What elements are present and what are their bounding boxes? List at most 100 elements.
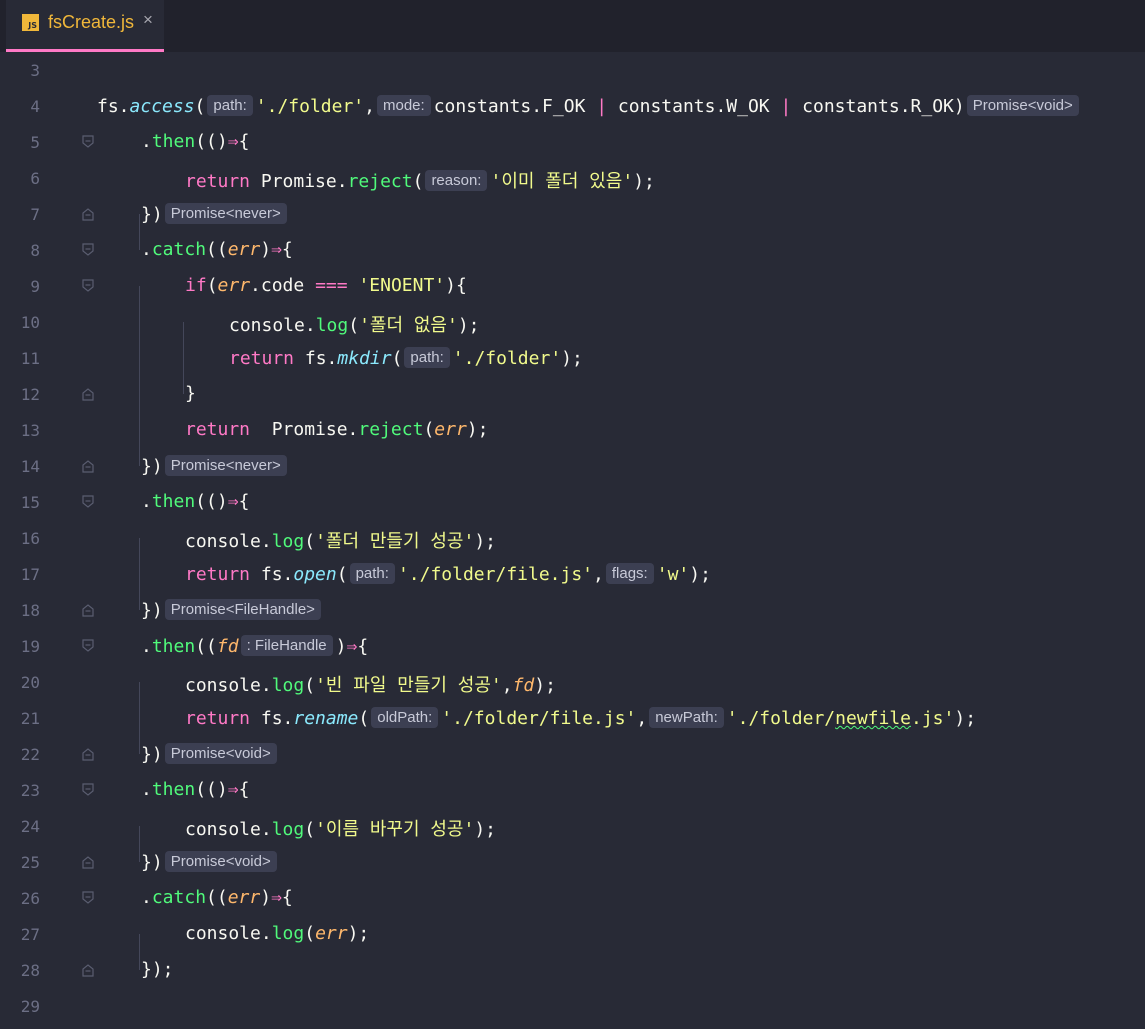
fold-open-icon[interactable] (82, 135, 94, 149)
inlay-hint: flags: (605, 563, 654, 584)
code-line: 17 return fs.open(path: './folder/file.js… (0, 556, 1145, 592)
code-line: 6 return Promise.reject(reason: '이미 폴더 있음… (0, 160, 1145, 196)
line-number: 27 (20, 925, 40, 944)
code-text: .then(()⇒{ (141, 491, 250, 512)
line-number: 11 (20, 349, 40, 368)
code-text: }) Promise<never> (141, 455, 290, 477)
code-line: 10 console.log('폴더 없음'); (0, 304, 1145, 340)
line-number: 13 (20, 421, 40, 440)
code-line: 3 (0, 52, 1145, 88)
tab-bar: JS fsCreate.js × (0, 0, 1145, 52)
inlay-hint: newPath: (649, 707, 724, 728)
inlay-hint: Promise<void> (164, 851, 277, 872)
line-number: 26 (20, 889, 40, 908)
tab-fscreate[interactable]: JS fsCreate.js × (6, 0, 164, 52)
code-text: return fs.mkdir(path: './folder'); (229, 347, 583, 369)
fold-close-icon[interactable] (82, 747, 94, 761)
inlay-hint: Promise<void> (966, 95, 1079, 116)
inlay-hint: Promise<FileHandle> (164, 599, 321, 620)
code-text: return fs.open(path: './folder/file.js', f… (185, 563, 711, 585)
line-number: 10 (20, 313, 40, 332)
code-line: 19 .then((fd: FileHandle)⇒{ (0, 628, 1145, 664)
line-number: 5 (30, 133, 40, 152)
code-text: }) Promise<never> (141, 203, 290, 225)
fold-open-icon[interactable] (82, 783, 94, 797)
code-text: return Promise.reject(reason: '이미 폴더 있음')… (185, 170, 655, 192)
code-text: }) Promise<void> (141, 851, 280, 873)
code-line: 20 console.log('빈 파일 만들기 성공',fd); (0, 664, 1145, 700)
spelling-warning[interactable]: newfile (835, 708, 911, 729)
code-text: }) Promise<void> (141, 743, 280, 765)
code-line: 21 return fs.rename(oldPath: './folder/fi… (0, 700, 1145, 736)
code-line: 16 console.log('폴더 만들기 성공'); (0, 520, 1145, 556)
line-number: 23 (20, 781, 40, 800)
inlay-hint: path: (349, 563, 395, 584)
fold-open-icon[interactable] (82, 243, 94, 257)
code-line: 5 .then(()⇒{ (0, 124, 1145, 160)
inlay-hint: path: (207, 95, 253, 116)
code-text: .then(()⇒{ (141, 131, 250, 152)
line-number: 22 (20, 745, 40, 764)
line-number: 3 (30, 61, 40, 80)
javascript-file-icon: JS (22, 14, 39, 31)
code-text: .catch((err)⇒{ (141, 887, 293, 908)
line-number: 16 (20, 529, 40, 548)
code-line: 18 }) Promise<FileHandle> (0, 592, 1145, 628)
line-number: 25 (20, 853, 40, 872)
line-number: 18 (20, 601, 40, 620)
code-text: console.log('이름 바꾸기 성공'); (185, 819, 497, 840)
fold-close-icon[interactable] (82, 207, 94, 221)
close-icon[interactable]: × (143, 10, 153, 30)
fold-open-icon[interactable] (82, 639, 94, 653)
code-text: .catch((err)⇒{ (141, 239, 293, 260)
code-line: 27 console.log(err); (0, 916, 1145, 952)
code-text: return Promise.reject(err); (185, 419, 489, 440)
code-text: console.log('빈 파일 만들기 성공',fd); (185, 675, 556, 696)
fold-close-icon[interactable] (82, 855, 94, 869)
fold-open-icon[interactable] (82, 495, 94, 509)
line-number: 17 (20, 565, 40, 584)
fold-open-icon[interactable] (82, 891, 94, 905)
code-text: .then(()⇒{ (141, 779, 250, 800)
line-number: 14 (20, 457, 40, 476)
code-line: 11 return fs.mkdir(path: './folder'); (0, 340, 1145, 376)
code-editor[interactable]: 3 4 fs.access(path: './folder', mode: const… (0, 52, 1145, 1029)
fold-open-icon[interactable] (82, 279, 94, 293)
code-line: 4 fs.access(path: './folder', mode: constan… (0, 88, 1145, 124)
line-number: 21 (20, 709, 40, 728)
code-text: return fs.rename(oldPath: './folder/file.… (185, 707, 977, 729)
tab-label: fsCreate.js (48, 12, 135, 32)
code-text: .then((fd: FileHandle)⇒{ (141, 635, 369, 657)
code-text: } (185, 383, 196, 404)
code-line: 25 }) Promise<void> (0, 844, 1145, 880)
inlay-hint: oldPath: (371, 707, 439, 728)
line-number: 15 (20, 493, 40, 512)
line-number: 12 (20, 385, 40, 404)
code-line: 22 }) Promise<void> (0, 736, 1145, 772)
code-line: 28 }); (0, 952, 1145, 988)
code-line: 24 console.log('이름 바꾸기 성공'); (0, 808, 1145, 844)
code-line: 26 .catch((err)⇒{ (0, 880, 1145, 916)
code-line: 13 return Promise.reject(err); (0, 412, 1145, 448)
line-number: 9 (30, 277, 40, 296)
code-text: }) Promise<FileHandle> (141, 599, 324, 621)
inlay-hint: path: (404, 347, 450, 368)
line-number: 4 (30, 97, 40, 116)
fold-close-icon[interactable] (82, 963, 94, 977)
inlay-hint: Promise<never> (164, 203, 287, 224)
fold-close-icon[interactable] (82, 603, 94, 617)
line-number: 20 (20, 673, 40, 692)
fold-close-icon[interactable] (82, 459, 94, 473)
inlay-hint: : FileHandle (240, 635, 333, 656)
line-number: 24 (20, 817, 40, 836)
fold-close-icon[interactable] (82, 387, 94, 401)
code-line: 8 .catch((err)⇒{ (0, 232, 1145, 268)
code-line: 29 (0, 988, 1145, 1024)
code-line: 14 }) Promise<never> (0, 448, 1145, 484)
code-line: 15 .then(()⇒{ (0, 484, 1145, 520)
line-number: 7 (30, 205, 40, 224)
code-text: if(err.code === 'ENOENT'){ (185, 275, 467, 296)
code-line: 23 .then(()⇒{ (0, 772, 1145, 808)
line-number: 29 (20, 997, 40, 1016)
inlay-hint: Promise<never> (164, 455, 287, 476)
